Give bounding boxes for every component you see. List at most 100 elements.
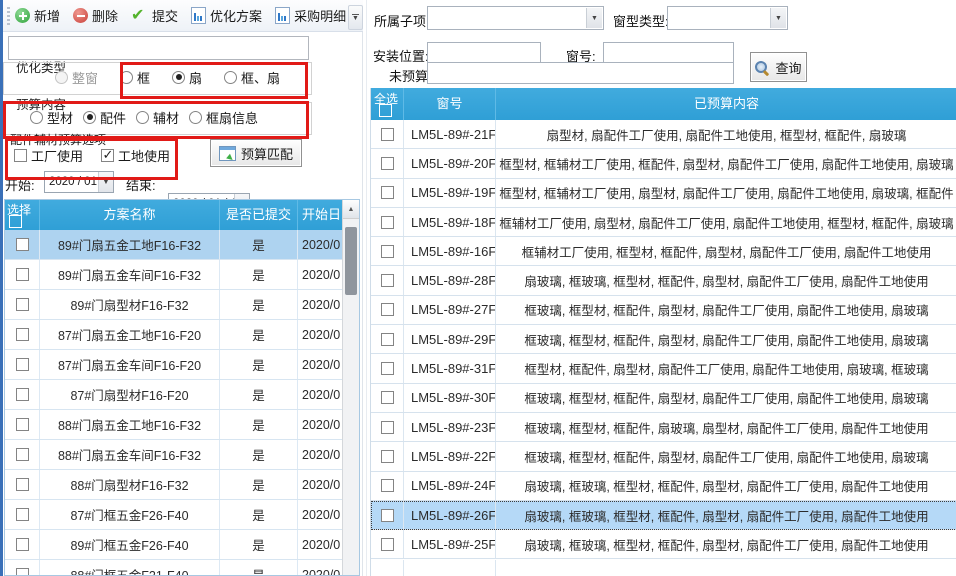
window-row-checkbox[interactable] — [381, 303, 394, 316]
plan-row[interactable]: 87#门框五金F26-F40是2020/0 — [5, 500, 344, 530]
scrollbar-thumb[interactable] — [345, 227, 357, 295]
window-row[interactable]: LM5L-89#-23F21框玻璃, 框型材, 框配件, 扇玻璃, 扇型材, 扇… — [371, 413, 956, 442]
window-row-checkbox[interactable] — [381, 362, 394, 375]
plan-row[interactable]: 87#门扇五金工地F16-F20是2020/0 — [5, 320, 344, 350]
window-row-checkbox[interactable] — [381, 509, 394, 522]
plan-row[interactable]: 87#门扇五金车间F16-F20是2020/0 — [5, 350, 344, 380]
budget-match-button[interactable]: 预算匹配 — [210, 139, 302, 167]
plan-row-checkbox[interactable] — [16, 388, 29, 401]
install-pos-input[interactable] — [427, 42, 541, 64]
opt-type-option[interactable]: 框、扇 — [224, 68, 280, 87]
plan-row[interactable]: 88#门扇型材F16-F32是2020/0 — [5, 470, 344, 500]
opt-type-radio[interactable] — [224, 71, 237, 84]
window-row-checkbox[interactable] — [381, 216, 394, 229]
opt-type-radio[interactable] — [55, 71, 68, 84]
header-plan-name[interactable]: 方案名称 — [40, 200, 220, 230]
window-row[interactable]: LM5L-89#-18F16框辅材工厂使用, 扇型材, 扇配件工厂使用, 扇配件… — [371, 208, 956, 237]
opt-type-option[interactable]: 整窗 — [55, 68, 98, 87]
window-row[interactable]: LM5L-89#-29F27框玻璃, 框型材, 框配件, 扇型材, 扇配件工厂使… — [371, 325, 956, 354]
header-submitted[interactable]: 是否已提交 — [220, 200, 298, 230]
plan-row-checkbox[interactable] — [16, 268, 29, 281]
window-row-checkbox[interactable] — [381, 421, 394, 434]
window-row[interactable]: LM5L-89#-21F19扇型材, 扇配件工厂使用, 扇配件工地使用, 框型材… — [371, 120, 956, 149]
window-row[interactable]: LM5L-89#-24F22扇玻璃, 框玻璃, 框型材, 框配件, 扇型材, 扇… — [371, 472, 956, 501]
budget-content-radio[interactable] — [30, 111, 43, 124]
window-row[interactable]: LM5L-89#-25F23扇玻璃, 框玻璃, 框型材, 框配件, 扇型材, 扇… — [371, 530, 956, 559]
budget-content-radio[interactable] — [136, 111, 149, 124]
scrollbar-up-icon[interactable]: ▲ — [343, 200, 359, 219]
window-row[interactable]: LM5L-89#-19F17框型材, 框辅材工厂使用, 扇型材, 扇配件工厂使用… — [371, 179, 956, 208]
window-row-checkbox[interactable] — [381, 245, 394, 258]
window-row-checkbox[interactable] — [381, 479, 394, 492]
plan-row[interactable]: 88#门扇五金工地F16-F32是2020/0 — [5, 410, 344, 440]
budget-content-radio[interactable] — [189, 111, 202, 124]
toolbar-button-delete[interactable]: 删除 — [73, 6, 118, 25]
budget-content-option[interactable]: 框扇信息 — [189, 108, 258, 127]
window-row[interactable]: LM5L-89#-31F29框型材, 框配件, 扇型材, 扇配件工厂使用, 扇配… — [371, 354, 956, 383]
plan-row-checkbox[interactable] — [16, 298, 29, 311]
window-row-checkbox[interactable] — [381, 274, 394, 287]
window-row-checkbox[interactable] — [381, 186, 394, 199]
plan-row-checkbox[interactable] — [16, 448, 29, 461]
plan-row-checkbox[interactable] — [16, 328, 29, 341]
plan-row[interactable]: 88#门框五金F21-F40是2020/0 — [5, 560, 344, 576]
plan-row[interactable]: 89#门扇型材F16-F32是2020/0 — [5, 290, 344, 320]
win-no-input[interactable] — [603, 42, 734, 64]
window-row[interactable]: LM5L-89#-20F18框型材, 框辅材工厂使用, 框配件, 扇型材, 扇配… — [371, 149, 956, 178]
window-row-checkbox[interactable] — [381, 538, 394, 551]
plan-row[interactable]: 89#门扇五金工地F16-F32是2020/0 — [5, 230, 344, 260]
window-row-checkbox[interactable] — [381, 333, 394, 346]
opt-type-option[interactable]: 扇 — [172, 68, 202, 87]
plan-row[interactable]: 89#门扇五金车间F16-F32是2020/0 — [5, 260, 344, 290]
chevron-down-icon[interactable]: ▼ — [770, 8, 786, 28]
header-win-no[interactable]: 窗号 — [404, 88, 496, 120]
budget-content-radio[interactable] — [83, 111, 96, 124]
window-row-checkbox[interactable] — [381, 391, 394, 404]
plan-row-checkbox[interactable] — [16, 508, 29, 521]
plan-row-checkbox[interactable] — [16, 358, 29, 371]
plan-row[interactable]: 88#门扇五金车间F16-F32是2020/0 — [5, 440, 344, 470]
date-start-picker[interactable]: 2020 / 01 / 1 ▼ — [44, 171, 114, 193]
toolbar-button-add[interactable]: 新增 — [15, 6, 60, 25]
usage-checkbox[interactable] — [14, 149, 27, 162]
sub-item-select[interactable]: ▼ — [427, 6, 604, 30]
usage-option[interactable]: 工地使用 — [101, 146, 170, 165]
usage-checkbox[interactable] — [101, 149, 114, 162]
plan-row[interactable]: 87#门扇型材F16-F20是2020/0 — [5, 380, 344, 410]
plan-row-checkbox[interactable] — [16, 418, 29, 431]
usage-option[interactable]: 工厂使用 — [14, 146, 83, 165]
window-row-checkbox[interactable] — [381, 157, 394, 170]
window-row[interactable]: LM5L-89#-30F28框玻璃, 框型材, 框配件, 扇型材, 扇配件工厂使… — [371, 384, 956, 413]
select-all-plans-checkbox[interactable] — [9, 215, 22, 228]
header-start-date[interactable]: 开始日期 — [298, 200, 344, 230]
opt-type-radio[interactable] — [172, 71, 185, 84]
select-all-windows-checkbox[interactable] — [379, 104, 392, 117]
window-row[interactable]: LM5L-89#-22F20框玻璃, 框型材, 框配件, 扇型材, 扇配件工厂使… — [371, 442, 956, 471]
plan-row-checkbox[interactable] — [16, 478, 29, 491]
chevron-down-icon[interactable]: ▼ — [98, 172, 113, 192]
window-row[interactable]: LM5L-89#-26F24扇玻璃, 框玻璃, 框型材, 框配件, 扇型材, 扇… — [371, 501, 956, 530]
budget-content-option[interactable]: 型材 — [30, 108, 73, 127]
win-type-select[interactable]: ▼ — [667, 6, 788, 30]
budget-content-option[interactable]: 辅材 — [136, 108, 179, 127]
chevron-down-icon[interactable]: ▼ — [586, 8, 602, 28]
plan-table-scrollbar[interactable]: ▲ — [342, 200, 359, 575]
opt-type-option[interactable]: 框 — [120, 68, 150, 87]
window-row-checkbox[interactable] — [381, 128, 394, 141]
no-budget-input[interactable] — [427, 62, 734, 84]
plan-row-checkbox[interactable] — [16, 538, 29, 551]
header-budgeted-content[interactable]: 已预算内容 — [496, 88, 956, 120]
toolbar-grip[interactable] — [7, 7, 10, 25]
toolbar-overflow-button[interactable]: ▼ — [348, 5, 363, 30]
query-button[interactable]: 查询 — [750, 52, 807, 82]
opt-type-radio[interactable] — [120, 71, 133, 84]
plan-row[interactable]: 89#门框五金F26-F40是2020/0 — [5, 530, 344, 560]
toolbar-button-optimize-plan[interactable]: 优化方案 — [191, 6, 262, 25]
panel-splitter[interactable] — [362, 0, 363, 576]
window-row-checkbox[interactable] — [381, 450, 394, 463]
plan-row-checkbox[interactable] — [16, 568, 29, 576]
window-row[interactable]: LM5L-89#-28F26扇玻璃, 框玻璃, 框型材, 框配件, 扇型材, 扇… — [371, 266, 956, 295]
window-row[interactable]: LM5L-89#-27F25框玻璃, 框型材, 框配件, 扇型材, 扇配件工厂使… — [371, 296, 956, 325]
budget-content-option[interactable]: 配件 — [83, 108, 126, 127]
toolbar-button-submit[interactable]: 提交 — [131, 6, 178, 25]
